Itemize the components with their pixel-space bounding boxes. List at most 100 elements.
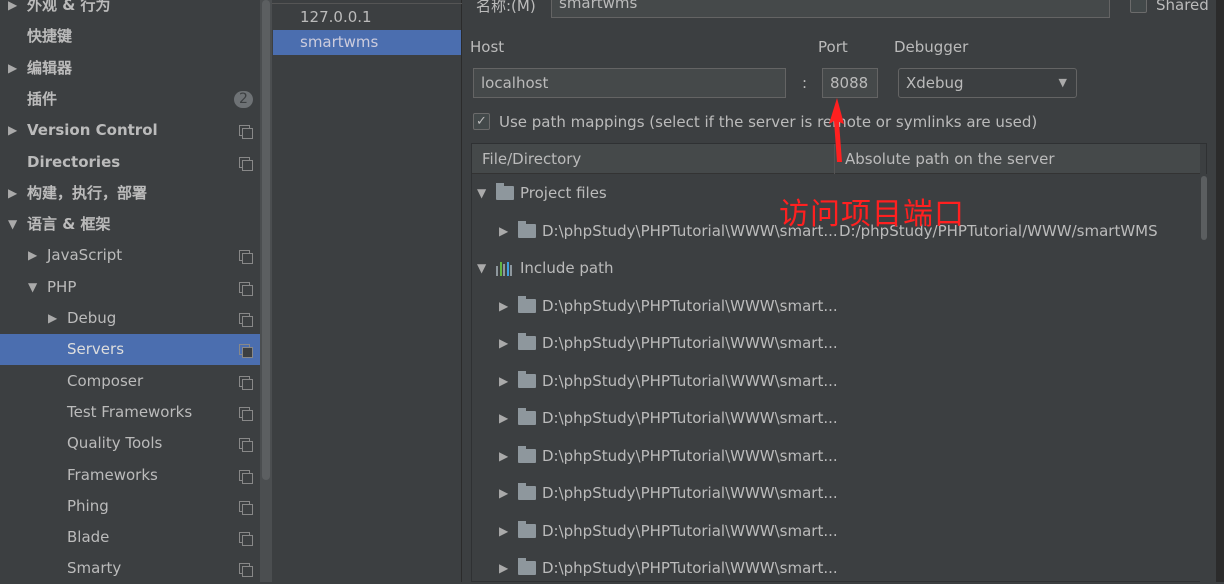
debugger-select[interactable]: Xdebug ▼	[898, 68, 1077, 98]
expanded-arrow-icon[interactable]: ▼	[477, 256, 486, 280]
expanded-arrow-icon[interactable]: ▼	[28, 272, 37, 303]
sidebar-item-php[interactable]: ▼ PHP	[0, 272, 272, 303]
annotation-arrow-icon	[829, 98, 844, 162]
sidebar-item-version-control[interactable]: ▶ Version Control	[0, 115, 272, 146]
sidebar-item[interactable]: 快捷键	[0, 21, 272, 52]
table-row[interactable]: ▶ D:\phpStudy\PHPTutorial\WWW\smart...	[472, 556, 1200, 580]
sidebar-item-javascript[interactable]: ▶ JavaScript	[0, 240, 272, 271]
project-settings-copy-icon	[239, 500, 253, 515]
row-local-path: Include path	[520, 259, 614, 277]
sidebar-item-label: Debug	[67, 309, 117, 327]
folder-icon	[518, 520, 536, 538]
table-row[interactable]: ▶ D:\phpStudy\PHPTutorial\WWW\smart...	[472, 406, 1200, 430]
sidebar-item-label: Composer	[67, 371, 144, 390]
server-list-item[interactable]: 127.0.0.1	[273, 5, 461, 30]
sidebar-item[interactable]: ▶ 编辑器	[0, 53, 272, 84]
server-list-item[interactable]: smartwms	[273, 30, 461, 55]
sidebar-item[interactable]: ▼ 语言 & 框架	[0, 209, 272, 240]
collapsed-arrow-icon[interactable]: ▶	[499, 294, 508, 318]
project-settings-copy-icon	[239, 156, 253, 171]
host-input[interactable]: localhost	[473, 68, 786, 98]
expanded-arrow-icon[interactable]: ▼	[477, 181, 486, 205]
table-row[interactable]: ▶ D:\phpStudy\PHPTutorial\WWW\smart...	[472, 331, 1200, 355]
sidebar-item-label: Phing	[67, 496, 109, 515]
table-row[interactable]: ▼ Include path	[472, 256, 1200, 280]
folder-icon	[518, 370, 536, 388]
sidebar-item[interactable]: ▶ 外观 & 行为	[0, 0, 272, 21]
table-row[interactable]: ▶ D:\phpStudy\PHPTutorial\WWW\smart...	[472, 481, 1200, 505]
project-settings-copy-icon	[239, 438, 253, 453]
project-settings-copy-icon	[239, 250, 253, 265]
row-local-path: D:\phpStudy\PHPTutorial\WWW\smart...	[542, 296, 838, 315]
shared-checkbox[interactable]	[1130, 0, 1147, 13]
row-local-path: D:\phpStudy\PHPTutorial\WWW\smart...	[542, 371, 838, 390]
collapsed-arrow-icon[interactable]: ▶	[48, 303, 57, 334]
sidebar-item-label: 插件	[27, 89, 58, 108]
path-mappings-checkbox[interactable]: ✓	[473, 113, 490, 130]
sidebar-item-label: Servers	[67, 340, 125, 359]
port-label: Port	[818, 38, 848, 56]
sidebar-item-directories[interactable]: Directories	[0, 147, 272, 178]
collapsed-arrow-icon[interactable]: ▶	[8, 178, 17, 209]
collapsed-arrow-icon[interactable]: ▶	[8, 115, 17, 146]
sidebar-item-servers[interactable]: Servers	[0, 334, 272, 366]
sidebar-item-debug[interactable]: ▶ Debug	[0, 303, 272, 334]
table-row[interactable]: ▶ D:\phpStudy\PHPTutorial\WWW\smart...	[472, 369, 1200, 393]
row-local-path: D:\phpStudy\PHPTutorial\WWW\smart...	[542, 484, 838, 502]
collapsed-arrow-icon[interactable]: ▶	[499, 481, 508, 505]
server-config-panel: 名称:(M) smartwms Shared Host Port Debugge…	[463, 0, 1224, 583]
folder-icon	[518, 295, 536, 313]
sidebar-scrollbar-thumb[interactable]	[262, 0, 270, 480]
sidebar-item-test-frameworks[interactable]: Test Frameworks	[0, 397, 272, 428]
folder-icon	[518, 333, 536, 350]
folder-icon	[518, 220, 536, 238]
table-row[interactable]: ▶ D:\phpStudy\PHPTutorial\WWW\smart...	[472, 294, 1200, 318]
sidebar-item-label: PHP	[47, 277, 77, 296]
sidebar-item-label: 构建，执行，部署	[27, 183, 148, 202]
collapsed-arrow-icon[interactable]: ▶	[499, 331, 508, 355]
collapsed-arrow-icon[interactable]: ▶	[28, 240, 37, 271]
host-port-separator: :	[802, 74, 808, 92]
collapsed-arrow-icon[interactable]: ▶	[499, 556, 508, 580]
table-scrollbar-thumb[interactable]	[1201, 176, 1207, 240]
collapsed-arrow-icon[interactable]: ▶	[499, 219, 508, 243]
project-settings-copy-icon	[239, 406, 253, 421]
annotation-text: 访问项目端口	[779, 197, 965, 232]
collapsed-arrow-icon[interactable]: ▶	[499, 406, 508, 430]
count-badge: 2	[234, 90, 253, 108]
sidebar-item-smarty[interactable]: Smarty	[0, 553, 272, 584]
settings-sidebar: ▶ 外观 & 行为快捷键 ▶ 编辑器插件 2 ▶ Version Control Direct…	[0, 0, 272, 582]
sidebar-item-label: Smarty	[67, 559, 122, 578]
expanded-arrow-icon[interactable]: ▼	[8, 209, 17, 240]
collapsed-arrow-icon[interactable]: ▶	[499, 369, 508, 393]
sidebar-item-frameworks[interactable]: Frameworks	[0, 460, 272, 491]
row-local-path: D:\phpStudy\PHPTutorial\WWW\smart...	[542, 521, 838, 540]
collapsed-arrow-icon[interactable]: ▶	[8, 0, 17, 21]
table-row[interactable]: ▶ D:\phpStudy\PHPTutorial\WWW\smart...	[472, 444, 1200, 468]
sidebar-item-label: Version Control	[27, 121, 158, 140]
port-input[interactable]: 8088	[822, 68, 878, 98]
collapsed-arrow-icon[interactable]: ▶	[499, 444, 508, 468]
sidebar-item[interactable]: ▶ 构建，执行，部署	[0, 178, 272, 209]
folder-icon	[518, 445, 536, 463]
checkmark-icon: ✓	[476, 114, 487, 129]
collapsed-arrow-icon[interactable]: ▶	[499, 519, 508, 543]
folder-icon	[518, 483, 536, 500]
table-row[interactable]: ▶ D:\phpStudy\PHPTutorial\WWW\smart...	[472, 519, 1200, 543]
sidebar-item-blade[interactable]: Blade	[0, 522, 272, 553]
project-settings-copy-icon	[239, 375, 253, 390]
column-header-file[interactable]: File/Directory	[472, 144, 835, 174]
collapsed-arrow-icon[interactable]: ▶	[8, 53, 17, 84]
shared-label: Shared	[1156, 0, 1209, 14]
sidebar-item-label: 快捷键	[27, 27, 73, 46]
sidebar-item-composer[interactable]: Composer	[0, 366, 272, 397]
project-settings-copy-icon	[239, 344, 253, 359]
sidebar-item-phing[interactable]: Phing	[0, 491, 272, 522]
row-local-path: D:\phpStudy\PHPTutorial\WWW\smart...	[542, 409, 838, 427]
name-input[interactable]: smartwms	[551, 0, 1110, 18]
sidebar-item-quality-tools[interactable]: Quality Tools	[0, 428, 272, 459]
column-header-server-path[interactable]: Absolute path on the server	[835, 144, 1055, 174]
folder-icon	[518, 558, 536, 575]
sidebar-item[interactable]: 插件 2	[0, 84, 272, 115]
table-scrollbar[interactable]	[1200, 174, 1208, 583]
